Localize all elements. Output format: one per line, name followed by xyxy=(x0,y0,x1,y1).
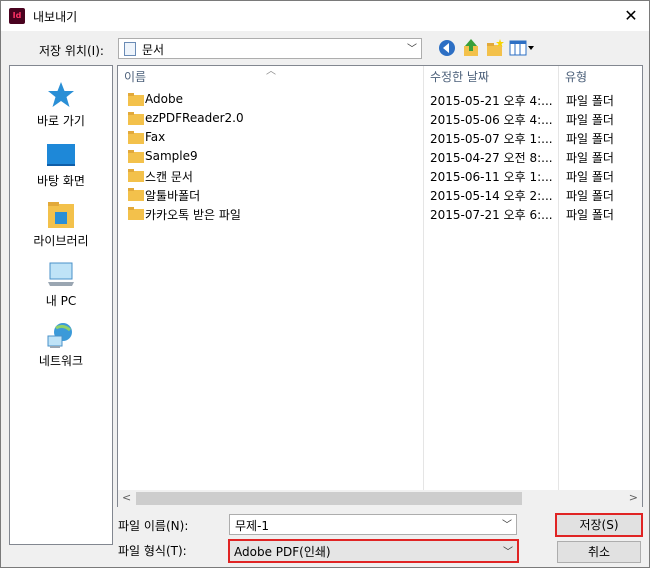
cancel-button[interactable]: 취소 xyxy=(557,541,641,563)
file-name: ezPDFReader2.0 xyxy=(145,111,244,125)
dialog-title: 내보내기 xyxy=(33,10,78,24)
file-type: 파일 폴더 xyxy=(566,94,614,108)
file-name: 알툴바폴더 xyxy=(145,189,201,203)
star-icon xyxy=(48,82,74,107)
file-date: 2015-05-21 오후 4:... xyxy=(430,94,553,108)
file-type: 파일 폴더 xyxy=(566,170,614,184)
file-type-select[interactable]: Adobe PDF(인쇄) ﹀ xyxy=(228,539,519,563)
scroll-left-icon[interactable]: < xyxy=(122,491,131,504)
file-row[interactable]: Adobe 2015-05-21 오후 4:... 파일 폴더 xyxy=(118,90,642,109)
place-label: 바탕 화면 xyxy=(37,174,85,188)
view-menu-icon[interactable] xyxy=(509,38,535,58)
file-date: 2015-06-11 오후 1:... xyxy=(430,170,553,184)
file-row[interactable]: Sample9 2015-04-27 오전 8:... 파일 폴더 xyxy=(118,147,642,166)
scrollbar-thumb[interactable] xyxy=(136,492,522,505)
folder-icon xyxy=(128,150,144,163)
folder-icon xyxy=(128,131,144,144)
file-date: 2015-05-07 오후 1:... xyxy=(430,132,553,146)
place-label: 라이브러리 xyxy=(33,234,89,248)
file-name-label: 파일 이름(N): xyxy=(118,519,189,533)
file-type-label: 파일 형식(T): xyxy=(118,544,187,558)
file-row[interactable]: 알툴바폴더 2015-05-14 오후 2:... 파일 폴더 xyxy=(118,185,642,204)
file-list[interactable]: ︿ 이름 수정한 날짜 유형 Adobe 2015-05-21 오후 4:...… xyxy=(117,65,643,507)
place-desktop[interactable]: 바탕 화면 xyxy=(10,132,112,190)
place-label: 내 PC xyxy=(45,294,77,308)
scroll-right-icon[interactable]: > xyxy=(629,491,638,504)
horizontal-scrollbar[interactable]: < > xyxy=(118,490,642,507)
file-type: 파일 폴더 xyxy=(566,151,614,165)
export-dialog: Id 내보내기 ✕ 저장 위치(I): 문서 ﹀ 바로 가기 바탕 화면 라이브… xyxy=(0,0,650,568)
file-name: 카카오톡 받은 파일 xyxy=(145,208,241,222)
back-arrow-icon[interactable] xyxy=(437,38,457,58)
file-row[interactable]: Fax 2015-05-07 오후 1:... 파일 폴더 xyxy=(118,128,642,147)
column-header-name[interactable]: 이름 xyxy=(118,66,422,88)
place-this-pc[interactable]: 내 PC xyxy=(10,252,112,310)
save-in-value: 문서 xyxy=(142,43,165,57)
file-name: Adobe xyxy=(145,92,183,106)
computer-icon xyxy=(48,262,74,286)
network-icon xyxy=(47,323,72,348)
file-row[interactable]: ezPDFReader2.0 2015-05-06 오후 4:... 파일 폴더 xyxy=(118,109,642,128)
save-in-dropdown[interactable]: 문서 ﹀ xyxy=(118,38,422,59)
file-name-value: 무제-1 xyxy=(235,519,270,533)
folder-icon xyxy=(128,169,144,182)
file-date: 2015-04-27 오전 8:... xyxy=(430,151,553,165)
file-type: 파일 폴더 xyxy=(566,189,614,203)
folder-icon xyxy=(128,188,144,201)
folder-icon xyxy=(128,207,144,220)
save-button[interactable]: 저장(S) xyxy=(555,513,643,537)
title-bar[interactable]: Id 내보내기 ✕ xyxy=(1,1,649,31)
column-header-type[interactable]: 유형 xyxy=(559,66,643,88)
file-name-input[interactable]: 무제-1 ﹀ xyxy=(229,514,517,535)
file-name: Fax xyxy=(145,130,166,144)
file-date: 2015-05-14 오후 2:... xyxy=(430,189,553,203)
chevron-down-icon: ﹀ xyxy=(503,547,513,558)
file-date: 2015-07-21 오후 6:... xyxy=(430,208,553,222)
chevron-down-icon: ﹀ xyxy=(407,44,417,55)
up-folder-icon[interactable] xyxy=(461,38,481,58)
new-folder-icon[interactable] xyxy=(485,38,505,58)
place-quick-access[interactable]: 바로 가기 xyxy=(10,72,112,130)
file-type-value: Adobe PDF(인쇄) xyxy=(234,545,331,559)
indesign-app-icon: Id xyxy=(9,8,25,24)
desktop-icon xyxy=(47,144,75,166)
chevron-down-icon[interactable]: ﹀ xyxy=(502,516,512,531)
file-row[interactable]: 카카오톡 받은 파일 2015-07-21 오후 6:... 파일 폴더 xyxy=(118,204,642,223)
folder-icon xyxy=(128,112,144,125)
folder-icon xyxy=(128,93,144,106)
file-type: 파일 폴더 xyxy=(566,208,614,222)
close-button[interactable]: ✕ xyxy=(613,1,649,31)
place-libraries[interactable]: 라이브러리 xyxy=(10,192,112,250)
column-header-date[interactable]: 수정한 날짜 xyxy=(424,66,558,88)
place-label: 네트워크 xyxy=(38,354,84,368)
save-in-label: 저장 위치(I): xyxy=(39,44,104,58)
library-icon xyxy=(48,202,74,228)
file-name: 스캔 문서 xyxy=(145,170,193,184)
place-label: 바로 가기 xyxy=(37,114,85,128)
file-name: Sample9 xyxy=(145,149,198,163)
file-type: 파일 폴더 xyxy=(566,132,614,146)
place-network[interactable]: 네트워크 xyxy=(10,312,112,370)
places-sidebar: 바로 가기 바탕 화면 라이브러리 내 PC 네트워크 xyxy=(9,65,113,545)
documents-folder-icon xyxy=(124,42,136,56)
file-date: 2015-05-06 오후 4:... xyxy=(430,113,553,127)
file-row[interactable]: 스캔 문서 2015-06-11 오후 1:... 파일 폴더 xyxy=(118,166,642,185)
file-type: 파일 폴더 xyxy=(566,113,614,127)
